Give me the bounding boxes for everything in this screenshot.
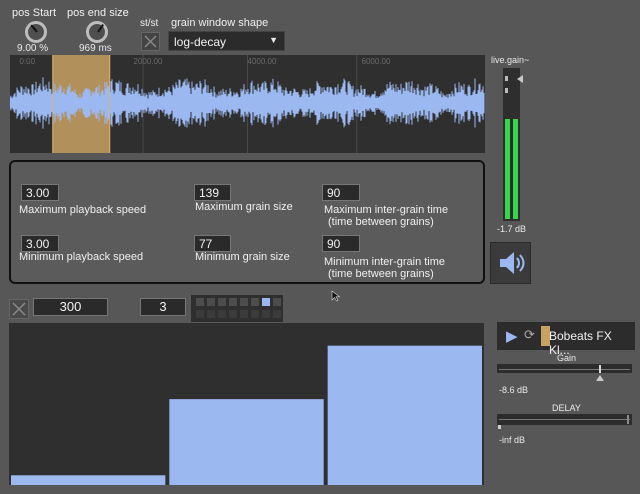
grain-window-select[interactable]: log-decay ▼ (168, 31, 285, 51)
gain-meter-value: -1.7 dB (497, 224, 527, 234)
step-cell[interactable] (251, 310, 259, 318)
gain-slider-handle[interactable] (517, 75, 523, 83)
x-icon (12, 302, 26, 316)
pos-start-dial[interactable] (25, 21, 47, 43)
step-cell[interactable] (207, 298, 215, 306)
min-grain-input[interactable]: 77 (194, 235, 231, 252)
player-module: ▶ ⟳ Bobeats FX Kl... (497, 322, 635, 357)
delay-slider[interactable] (497, 414, 632, 425)
max-inter-sublabel: (time between grains) (328, 216, 434, 228)
gain-meter[interactable] (503, 68, 520, 221)
max-inter-label: Maximum inter-grain time (324, 204, 449, 216)
gain-slider-thumb[interactable] (599, 365, 601, 373)
step-cell[interactable] (251, 298, 259, 306)
step-cell[interactable] (240, 310, 248, 318)
step-cell[interactable] (262, 310, 270, 318)
bar-display[interactable] (9, 323, 484, 485)
pos-end-size-label: pos end size (67, 7, 129, 19)
min-speed-input[interactable]: 3.00 (21, 235, 59, 252)
gain-slider[interactable] (497, 364, 632, 373)
min-inter-input[interactable]: 90 (322, 235, 360, 252)
step-cell[interactable] (262, 298, 270, 306)
max-grain-label: Maximum grain size (195, 201, 293, 213)
speaker-icon (500, 252, 525, 274)
bar-1[interactable] (11, 475, 166, 485)
pos-start-label: pos Start (12, 7, 57, 19)
step-cell[interactable] (196, 298, 204, 306)
max-inter-input[interactable]: 90 (322, 184, 360, 201)
delay-marker (498, 425, 501, 429)
max-speed-input[interactable]: 3.00 (21, 184, 59, 201)
waveform: 0:00 2000.00 4000.00 6000.00 (10, 55, 485, 153)
sequencer-toggle[interactable] (9, 299, 29, 319)
min-inter-sublabel: (time between grains) (328, 268, 434, 280)
ruler-tick-label: 0:00 (20, 57, 36, 66)
stst-label: st/st (140, 18, 159, 29)
step-cell[interactable] (229, 310, 237, 318)
bar-3[interactable] (327, 345, 482, 485)
pos-end-size-value: 969 ms (79, 43, 112, 54)
step-cell[interactable] (273, 298, 281, 306)
pos-start-value: 9.00 % (17, 43, 49, 54)
pos-end-size-dial[interactable] (86, 21, 108, 43)
x-icon (144, 35, 157, 48)
min-grain-label: Minimum grain size (195, 251, 290, 263)
play-icon[interactable]: ▶ (506, 327, 518, 345)
max-grain-input[interactable]: 139 (194, 184, 231, 201)
grain-window-label: grain window shape (171, 17, 269, 29)
bar-2[interactable] (169, 399, 324, 485)
delay-value: -inf dB (499, 435, 526, 445)
gain-meter-fill-right (513, 119, 518, 219)
speaker-button[interactable] (490, 242, 531, 284)
max-speed-label: Maximum playback speed (19, 204, 147, 216)
gain-meter-label: live.gain~ (491, 55, 530, 65)
step-cell[interactable] (229, 298, 237, 306)
waveform-display[interactable]: 0:00 2000.00 4000.00 6000.00 (10, 55, 485, 153)
step-cell[interactable] (273, 310, 281, 318)
min-speed-label: Minimum playback speed (19, 251, 144, 263)
ruler-tick-label: 6000.00 (362, 57, 391, 66)
step-cell[interactable] (218, 310, 226, 318)
steps-input[interactable]: 3 (140, 298, 186, 316)
min-inter-label: Minimum inter-grain time (324, 256, 446, 268)
step-cell[interactable] (196, 310, 204, 318)
gain-value: -8.6 dB (499, 385, 529, 395)
grain-window-value: log-decay (174, 35, 227, 49)
chevron-down-icon: ▼ (269, 35, 278, 45)
grain-parameters-panel: 3.00 Maximum playback speed 139 Maximum … (9, 160, 485, 284)
stst-toggle[interactable] (141, 32, 160, 51)
step-cell[interactable] (207, 310, 215, 318)
rate-input[interactable]: 300 (33, 298, 108, 316)
gain-meter-fill-left (505, 119, 510, 219)
step-matrix[interactable] (191, 295, 283, 322)
step-cell[interactable] (218, 298, 226, 306)
ruler-tick-label: 2000.00 (134, 57, 163, 66)
delay-label: DELAY (552, 403, 581, 413)
bar-chart (11, 345, 482, 485)
step-cell[interactable] (240, 298, 248, 306)
gain-label: Gain (557, 353, 577, 363)
mouse-cursor-icon (331, 290, 341, 302)
gain-marker-icon (596, 375, 604, 381)
loop-icon[interactable]: ⟳ (524, 327, 535, 343)
ruler-tick-label: 4000.00 (248, 57, 277, 66)
